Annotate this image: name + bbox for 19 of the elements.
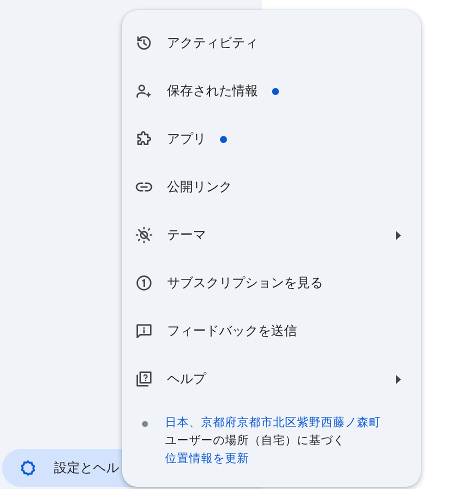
help-book-icon	[135, 370, 153, 388]
menu-item[interactable]: フィードバックを送信	[122, 307, 421, 355]
location-link[interactable]: 日本、京都府京都市北区紫野西藤ノ森町	[165, 415, 381, 430]
location-source-text: ユーザーの場所（自宅）に基づく	[165, 433, 345, 448]
history-icon	[135, 34, 153, 52]
theme-icon	[135, 226, 153, 244]
puzzle-icon	[135, 130, 153, 148]
info-circle-icon	[135, 274, 153, 292]
person-sparkle-icon	[135, 82, 153, 100]
location-dot	[142, 421, 148, 427]
menu-item[interactable]: ヘルプ	[122, 355, 421, 403]
feedback-icon	[135, 322, 153, 340]
menu-item[interactable]: サブスクリプションを見る	[122, 259, 421, 307]
menu-item[interactable]: テーマ	[122, 211, 421, 259]
menu-item[interactable]: アクティビティ	[122, 19, 421, 67]
settings-icon	[19, 459, 37, 477]
menu-item[interactable]: アプリ	[122, 115, 421, 163]
menu-item[interactable]: 公開リンク	[122, 163, 421, 211]
menu-item[interactable]: 保存された情報	[122, 67, 421, 115]
